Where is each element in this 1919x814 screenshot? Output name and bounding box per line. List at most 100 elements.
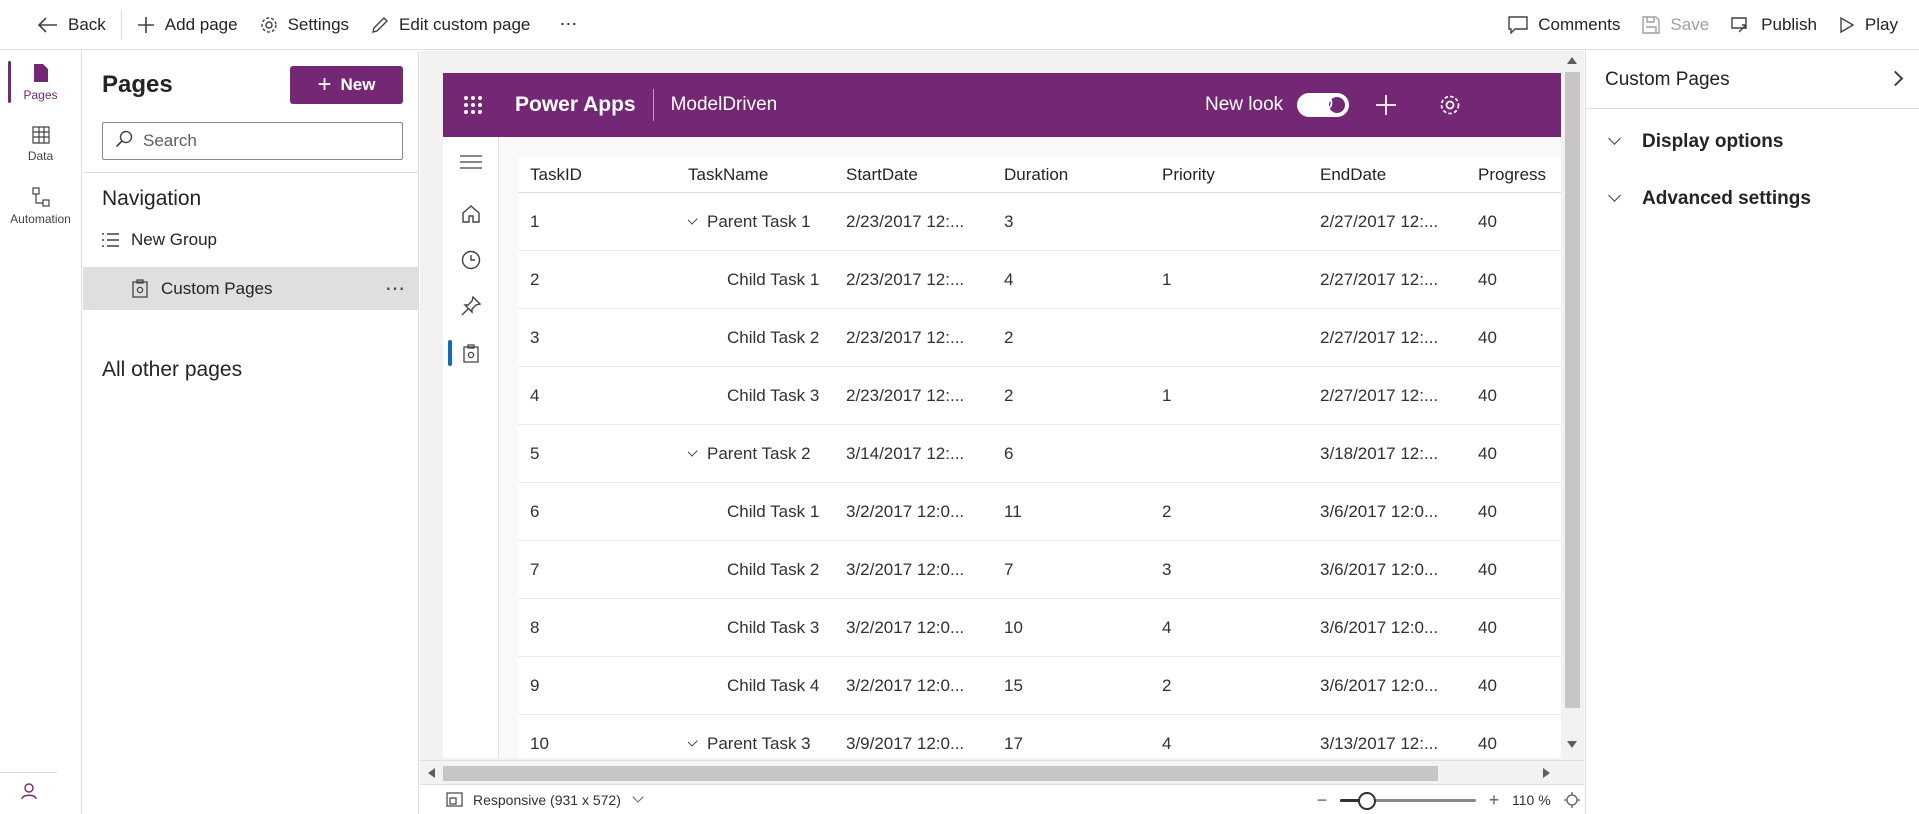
table-row[interactable]: 6 Child Task 1 3/2/2017 12:0... 11 2 3/6/2017… — [518, 483, 1561, 541]
header-search-button[interactable] — [1301, 73, 1345, 137]
zoom-in-button[interactable]: + — [1484, 790, 1504, 811]
zoom-slider-thumb[interactable] — [1358, 792, 1377, 810]
scrollbar-thumb[interactable] — [443, 766, 1438, 781]
column-header-startdate[interactable]: StartDate — [846, 165, 918, 185]
cell-text: 2 — [1162, 676, 1172, 695]
more-options-button[interactable]: ⋯ — [385, 276, 406, 301]
home-button[interactable] — [443, 197, 499, 231]
cell-text: 6 — [530, 502, 540, 521]
column-header-taskid[interactable]: TaskID — [530, 165, 582, 185]
nav-item-custom-pages[interactable]: Custom Pages ⋯ — [83, 267, 418, 310]
table-row[interactable]: 10 Parent Task 3 3/9/2017 12:0... 17 4 3/13/2… — [518, 715, 1561, 758]
cell-text: 40 — [1478, 386, 1497, 405]
rail-item-pages[interactable]: Pages — [0, 51, 81, 113]
screen-size-dropdown[interactable]: Responsive (931 x 572) — [446, 790, 644, 808]
clock-icon — [461, 250, 481, 270]
cell-text: 40 — [1478, 328, 1497, 347]
table-row[interactable]: 5 Parent Task 2 3/14/2017 12:... 6 3/18/2017… — [518, 425, 1561, 483]
table-row[interactable]: 3 Child Task 2 2/23/2017 12:... 2 2/27/2017 … — [518, 309, 1561, 367]
settings-button[interactable]: Settings — [249, 0, 360, 50]
cell-text: 40 — [1478, 618, 1497, 637]
column-header-taskname[interactable]: TaskName — [688, 165, 768, 185]
search-input[interactable] — [143, 131, 393, 151]
column-header-progress[interactable]: Progress — [1478, 165, 1546, 185]
table-row[interactable]: 4 Child Task 3 2/23/2017 12:... 2 1 2/27/2017… — [518, 367, 1561, 425]
app-launcher-button[interactable] — [443, 95, 503, 115]
table-row[interactable]: 1 Parent Task 1 2/23/2017 12:... 3 2/27/2017… — [518, 193, 1561, 251]
chevron-down-icon[interactable] — [688, 213, 698, 225]
edit-custom-page-button[interactable]: Edit custom page — [360, 0, 541, 50]
cell-priority: 1 — [1162, 251, 1171, 309]
header-settings-button[interactable] — [1428, 73, 1472, 137]
table-row[interactable]: 9 Child Task 4 3/2/2017 12:0... 15 2 3/6/2017… — [518, 657, 1561, 715]
header-add-button[interactable] — [1364, 73, 1408, 137]
rail-item-automation[interactable]: Automation — [0, 175, 81, 237]
cell-duration: 6 — [1004, 425, 1013, 483]
column-header-enddate[interactable]: EndDate — [1320, 165, 1386, 185]
cell-enddate: 3/18/2017 12:... — [1320, 425, 1438, 483]
cell-text: 2/27/2017 12:... — [1320, 212, 1439, 231]
column-header-priority[interactable]: Priority — [1162, 165, 1215, 185]
hamburger-button[interactable] — [443, 145, 499, 179]
zoom-out-button[interactable]: − — [1312, 790, 1332, 811]
more-commands-button[interactable]: ⋯ — [541, 0, 588, 50]
gear-icon — [260, 16, 278, 34]
cell-progress: 40 — [1478, 599, 1497, 657]
save-button[interactable]: Save — [1631, 0, 1720, 50]
comments-button[interactable]: Comments — [1497, 0, 1631, 50]
table-row[interactable]: 7 Child Task 2 3/2/2017 12:0... 7 3 3/6/2017 … — [518, 541, 1561, 599]
pinned-button[interactable] — [443, 289, 499, 323]
search-box[interactable] — [102, 122, 403, 160]
app-body: TaskID TaskName StartDate Duration Prior… — [500, 137, 1561, 758]
zoom-percentage: 110 % — [1512, 792, 1551, 808]
navigation-heading: Navigation — [102, 187, 202, 210]
chevron-down-icon[interactable] — [688, 445, 698, 457]
scrollbar-thumb[interactable] — [1565, 72, 1580, 708]
custom-page-nav-button[interactable] — [443, 336, 499, 370]
accordion-advanced-settings[interactable]: Advanced settings — [1586, 179, 1919, 219]
cell-taskname: Child Task 1 — [727, 483, 819, 541]
column-header-duration[interactable]: Duration — [1004, 165, 1068, 185]
cell-progress: 40 — [1478, 541, 1497, 599]
accordion-display-options[interactable]: Display options — [1586, 122, 1919, 162]
chevron-down-icon — [632, 790, 644, 803]
add-page-button[interactable]: Add page — [126, 0, 249, 50]
cell-taskname: Parent Task 2 — [688, 425, 811, 483]
horizontal-scrollbar[interactable] — [420, 760, 1584, 784]
chevron-right-icon[interactable] — [1887, 70, 1904, 87]
table-row[interactable]: 8 Child Task 3 3/2/2017 12:0... 10 4 3/6/2017… — [518, 599, 1561, 657]
fit-screen-icon — [1563, 792, 1580, 808]
recent-button[interactable] — [443, 243, 499, 277]
scroll-left-icon[interactable] — [428, 768, 435, 778]
nav-group-new-group[interactable]: New Group — [101, 230, 217, 250]
cell-text: 2/23/2017 12:... — [846, 270, 965, 289]
cell-text: 4 — [1162, 734, 1172, 753]
arrow-left-icon — [38, 16, 58, 33]
task-grid: TaskID TaskName StartDate Duration Prior… — [518, 157, 1561, 758]
new-page-button[interactable]: + New — [290, 66, 403, 104]
back-button[interactable]: Back — [0, 0, 117, 50]
play-button[interactable]: Play — [1828, 0, 1909, 50]
cell-text: 3/2/2017 12:0... — [846, 676, 965, 695]
publish-button[interactable]: Publish — [1720, 0, 1828, 50]
scroll-up-icon[interactable] — [1567, 57, 1577, 64]
copilot-button[interactable] — [0, 772, 57, 814]
fit-to-window-button[interactable] — [1563, 791, 1581, 809]
scroll-down-icon[interactable] — [1567, 741, 1577, 748]
scroll-right-icon[interactable] — [1543, 768, 1550, 778]
new-look-label: New look — [1205, 94, 1284, 115]
design-canvas: Power Apps ModelDriven New look TaskID T… — [420, 51, 1584, 814]
cell-duration: 4 — [1004, 251, 1013, 309]
rail-item-data[interactable]: Data — [0, 113, 81, 175]
publish-label: Publish — [1761, 14, 1817, 34]
publish-icon — [1731, 16, 1751, 34]
cell-enddate: 2/27/2017 12:... — [1320, 251, 1438, 309]
cell-taskname: Child Task 2 — [727, 541, 819, 599]
vertical-scrollbar[interactable] — [1561, 51, 1584, 758]
cell-enddate: 3/6/2017 12:0... — [1320, 541, 1438, 599]
cell-text: Child Task 1 — [727, 270, 820, 289]
cell-progress: 40 — [1478, 425, 1497, 483]
zoom-slider[interactable] — [1340, 792, 1476, 810]
table-row[interactable]: 2 Child Task 1 2/23/2017 12:... 4 1 2/27/2017… — [518, 251, 1561, 309]
chevron-down-icon[interactable] — [688, 735, 698, 747]
